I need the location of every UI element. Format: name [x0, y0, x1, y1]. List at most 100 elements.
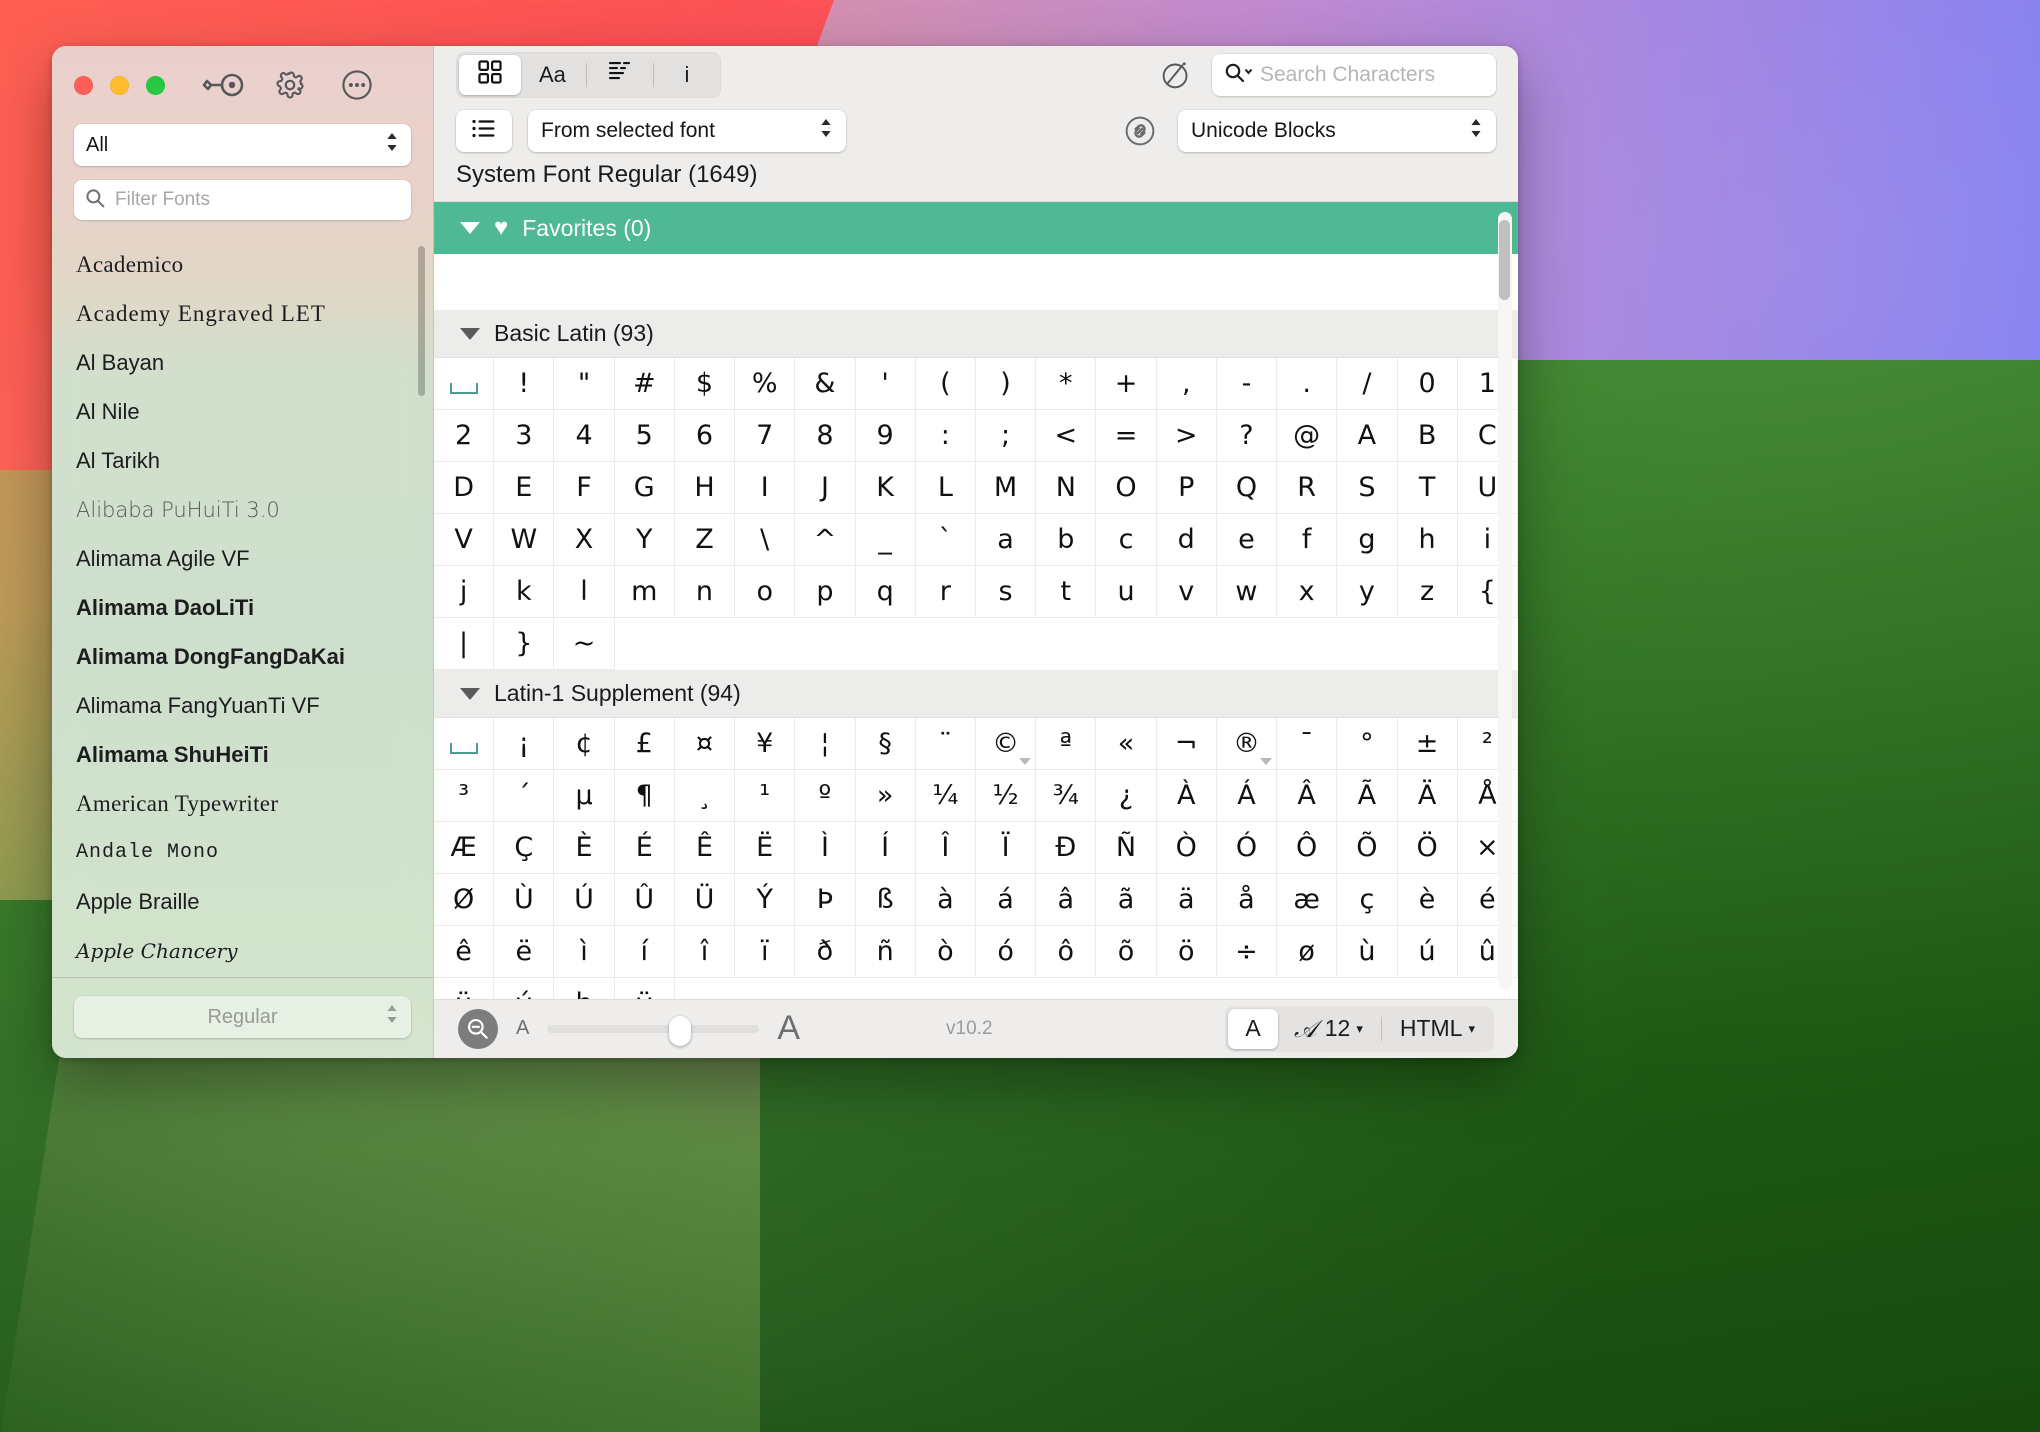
character-cell[interactable]: ð [795, 926, 856, 979]
character-cell[interactable]: t [1036, 566, 1097, 619]
character-cell[interactable]: 8 [795, 410, 856, 463]
font-list-item[interactable]: Al Bayan [76, 338, 433, 387]
font-list-item[interactable]: Apple Chancery [76, 926, 433, 975]
character-cell[interactable]: Z [674, 514, 736, 567]
gear-icon[interactable] [267, 62, 313, 108]
character-cell[interactable]: + [1096, 358, 1157, 411]
character-cell[interactable]: ï [735, 926, 796, 979]
character-cell[interactable]: ª [1036, 718, 1097, 771]
character-cell[interactable]: ¯ [1277, 718, 1338, 771]
character-cell[interactable]: \ [735, 514, 796, 567]
character-cell[interactable]: % [735, 358, 796, 411]
link-icon[interactable] [1118, 109, 1162, 153]
character-cell[interactable]: Û [614, 874, 675, 927]
character-cell[interactable]: þ [554, 978, 615, 999]
character-cell[interactable]: D [434, 462, 495, 515]
character-cell[interactable]: p [795, 566, 856, 619]
character-cell[interactable]: 6 [674, 410, 736, 463]
character-cell[interactable]: Ñ [1096, 822, 1157, 875]
character-cell[interactable]: B [1397, 410, 1458, 463]
character-cell[interactable]: « [1096, 718, 1157, 771]
character-cell[interactable]: O [1096, 462, 1157, 515]
character-cell[interactable]: o [735, 566, 796, 619]
character-cell[interactable]: x [1277, 566, 1338, 619]
character-cell[interactable]: ~ [554, 618, 615, 671]
tab-info-view[interactable]: i [656, 55, 718, 95]
character-cell[interactable]: k [494, 566, 555, 619]
character-cell[interactable]: ÷ [1216, 926, 1278, 979]
character-cell[interactable]: @ [1277, 410, 1338, 463]
character-cell[interactable]: Ü [674, 874, 736, 927]
disclosure-triangle-icon[interactable] [460, 687, 480, 700]
character-cell[interactable]: g [1337, 514, 1398, 567]
character-cell[interactable]: ü [434, 978, 495, 999]
character-cell[interactable]: * [1036, 358, 1097, 411]
character-cell[interactable]: d [1156, 514, 1217, 567]
font-list-item[interactable]: Academy Engraved LET [76, 289, 433, 338]
font-list[interactable]: Academico Academy Engraved LET Al Bayan Al … [52, 240, 433, 977]
character-cell[interactable]: K [855, 462, 916, 515]
font-list-item[interactable]: Academico [76, 240, 433, 289]
character-cell[interactable]: Ê [674, 822, 736, 875]
character-cell[interactable]: s [975, 566, 1037, 619]
search-characters-input[interactable] [1260, 62, 1484, 87]
character-cell[interactable]: © [975, 718, 1037, 771]
character-cell[interactable]: Ö [1397, 822, 1458, 875]
character-cell[interactable]: b [1036, 514, 1097, 567]
filter-fonts-field[interactable] [74, 180, 411, 220]
character-cell[interactable]: Î [915, 822, 976, 875]
character-cell[interactable]: G [614, 462, 675, 515]
close-button[interactable] [74, 75, 93, 95]
character-cell[interactable]: ¤ [674, 718, 736, 771]
character-cell[interactable]: ó [975, 926, 1037, 979]
character-cell[interactable]: Â [1277, 770, 1338, 823]
character-cell[interactable]: A [1337, 410, 1398, 463]
character-cell[interactable]: - [1216, 358, 1278, 411]
font-list-item[interactable]: Apple Braille [76, 877, 433, 926]
character-cell[interactable]: h [1397, 514, 1458, 567]
character-cell[interactable]: ' [855, 358, 916, 411]
plain-text-toggle[interactable]: A [1228, 1008, 1278, 1049]
character-cell[interactable]: m [614, 566, 675, 619]
character-cell[interactable]: r [915, 566, 976, 619]
character-grid-latin-1-supplement[interactable]: ¡ ¢ £ ¤ ¥ ¦ § ¨ © ª «¬ ® ¯ ° ± ² ³ ´ µ ¶ ¸ ¹ º» ¼ ½ ¾ ¿ À Á Â Ã Ä Å Æ Ç È É Ê… [434, 718, 1518, 999]
character-cell[interactable]: J [795, 462, 856, 515]
collection-popup[interactable]: All [74, 124, 411, 166]
character-cell[interactable]: a [975, 514, 1037, 567]
character-source-popup[interactable]: From selected font [528, 110, 846, 153]
character-cell[interactable]: º [795, 770, 856, 823]
character-cell[interactable]: ® [1216, 718, 1278, 771]
character-cell[interactable]: Ó [1216, 822, 1278, 875]
character-cell[interactable]: 2 [434, 410, 495, 463]
character-cell[interactable]: y [1337, 566, 1398, 619]
character-cell[interactable]: R [1277, 462, 1338, 515]
search-dropdown-icon[interactable] [1224, 62, 1254, 88]
font-list-item[interactable]: Alibaba PuHuiTi 3.0 [76, 485, 433, 534]
search-characters-field[interactable] [1212, 53, 1496, 96]
character-cell[interactable]: Ã [1337, 770, 1398, 823]
character-cell[interactable]: j [434, 566, 495, 619]
character-cell[interactable]: . [1277, 358, 1338, 411]
character-cell[interactable]: 3 [494, 410, 555, 463]
character-cell[interactable]: » [855, 770, 916, 823]
character-cell[interactable]: v [1156, 566, 1217, 619]
character-cell[interactable]: Y [614, 514, 675, 567]
tab-sample-view[interactable]: Aa [521, 55, 584, 95]
character-cell[interactable]: Æ [434, 822, 495, 875]
disclosure-triangle-icon[interactable] [460, 327, 480, 340]
character-cell[interactable]: Q [1216, 462, 1278, 515]
section-header-basic-latin[interactable]: Basic Latin (93) [434, 310, 1518, 359]
character-cell[interactable]: ¼ [915, 770, 976, 823]
character-cell[interactable]: V [434, 514, 495, 567]
character-cell[interactable]: _ [855, 514, 916, 567]
output-format-segmented-control[interactable]: A 𝒜 12 ▾ HTML ▾ [1225, 1005, 1494, 1052]
character-cell[interactable]: ¢ [554, 718, 615, 771]
character-cell[interactable]: ¹ [735, 770, 796, 823]
font-list-item[interactable]: Andale Mono [76, 828, 433, 877]
character-cell[interactable]: H [674, 462, 736, 515]
character-cell[interactable]: ° [1337, 718, 1398, 771]
character-cell[interactable]: â [1036, 874, 1097, 927]
character-cell[interactable]: ± [1397, 718, 1458, 771]
character-cell[interactable]: & [795, 358, 856, 411]
font-list-item[interactable]: Al Tarikh [76, 436, 433, 485]
